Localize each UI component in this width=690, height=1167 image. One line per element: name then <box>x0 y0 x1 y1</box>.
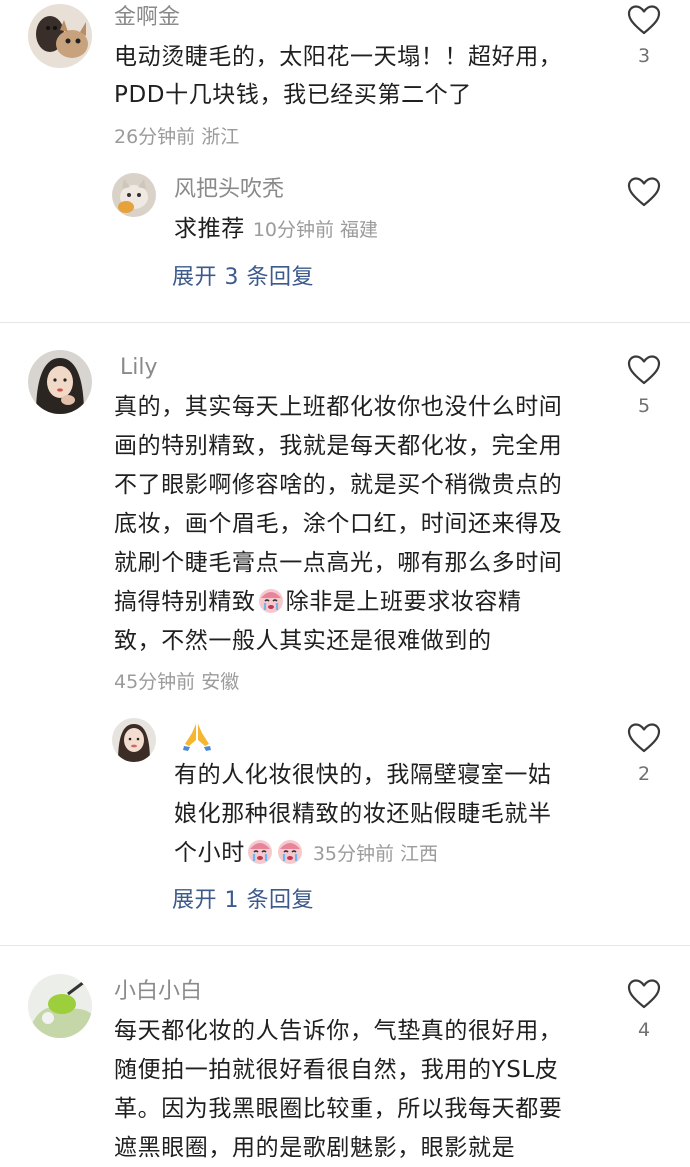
girl-avatar-icon <box>28 350 92 414</box>
comment-line: 致，不然一般人其实还是很难做到的 <box>114 628 492 654</box>
comment-line: 画的特别精致，我就是每天都化妆，完全用 <box>114 433 563 459</box>
green-avatar-icon <box>28 974 92 1038</box>
divider <box>0 945 690 946</box>
avatar[interactable] <box>112 173 156 217</box>
reply-meta: 35分钟前 江西 <box>312 843 439 865</box>
cat-avatar-icon <box>112 173 156 217</box>
username[interactable]: 风把头吹秃 <box>174 176 284 204</box>
heart-outline-icon[interactable] <box>627 4 661 36</box>
comment-line: 革。因为我黑眼圈比较重，所以我每天都要 <box>114 1096 563 1122</box>
reply-meta: 10分钟前 福建 <box>252 219 379 241</box>
like-count: 5 <box>637 395 651 417</box>
pray-hands-icon <box>183 724 211 751</box>
reply-line: 个小时 35分钟前 江西 <box>174 834 438 873</box>
username[interactable]: 小白小白 <box>114 978 202 1006</box>
expand-replies-link[interactable]: 展开 1 条回复 <box>172 886 314 916</box>
comment-line: 每天都化妆的人告诉你，气垫真的很好用， <box>114 1018 563 1044</box>
username[interactable]: Lily <box>120 354 158 382</box>
reply-line: 有的人化妆很快的，我隔壁寝室一姑 <box>174 762 552 788</box>
comment-line: 电动烫睫毛的，太阳花一天塌！！超好用， <box>114 44 563 70</box>
expand-replies-link[interactable]: 展开 3 条回复 <box>172 263 314 293</box>
comment-line: 就刷个睫毛膏点一点高光，哪有那么多时间 <box>114 550 563 576</box>
divider <box>0 322 690 323</box>
comment-meta: 45分钟前 安徽 <box>114 671 240 693</box>
face-avatar-icon <box>112 718 156 762</box>
avatar[interactable] <box>112 718 156 762</box>
comment-line: 遮黑眼圈，用的是歌剧魅影，眼影就是 <box>114 1135 516 1161</box>
crying-face-emoji-icon <box>246 837 274 865</box>
heart-outline-icon[interactable] <box>627 354 661 386</box>
comment-line: 不了眼影啊修容啥的，就是买个稍微贵点的 <box>114 472 563 498</box>
avatar[interactable] <box>28 4 92 68</box>
reply-text: 求推荐 10分钟前 福建 <box>174 216 379 242</box>
comment-meta: 26分钟前 浙江 <box>114 126 240 148</box>
like-count: 2 <box>637 763 651 785</box>
comment-line: 搞得特别精致 除非是上班要求妆容精 <box>114 583 522 621</box>
like-count: 3 <box>637 45 651 67</box>
avatar[interactable] <box>28 974 92 1038</box>
reply-line: 娘化那种很精致的妆还贴假睫毛就半 <box>174 801 552 827</box>
comment-line: 随便拍一拍就很好看很自然，我用的YSL皮 <box>114 1057 559 1083</box>
cat-avatar-icon <box>28 4 92 68</box>
crying-face-emoji-icon <box>257 586 285 614</box>
username[interactable]: 金啊金 <box>114 4 180 32</box>
avatar[interactable] <box>28 350 92 414</box>
comment-line: PDD十几块钱，我已经买第二个了 <box>114 82 472 108</box>
crying-face-emoji-icon <box>276 837 304 865</box>
heart-outline-icon[interactable] <box>627 978 661 1010</box>
comment-line: 真的，其实每天上班都化妆你也没什么时间 <box>114 394 563 420</box>
comment-line: 底妆，画个眉毛，涂个口红，时间还来得及 <box>114 511 563 537</box>
heart-outline-icon[interactable] <box>627 722 661 754</box>
like-count: 4 <box>637 1019 651 1041</box>
heart-outline-icon[interactable] <box>627 176 661 208</box>
